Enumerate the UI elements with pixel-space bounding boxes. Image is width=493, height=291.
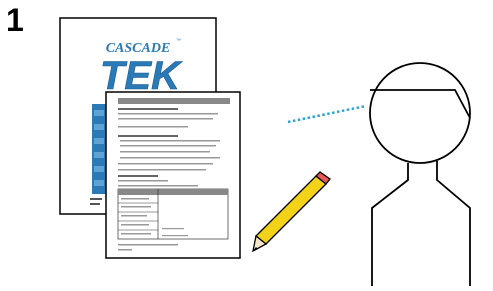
pencil-icon xyxy=(252,171,331,253)
sheet-header-bar xyxy=(118,98,230,104)
person-icon xyxy=(369,62,471,286)
person-head xyxy=(369,62,471,164)
instruction-sheet xyxy=(105,91,241,259)
trademark-mark: ™ xyxy=(176,38,181,44)
illustration: CASCADE ™ TEK xyxy=(59,17,471,286)
sight-line xyxy=(287,104,367,124)
